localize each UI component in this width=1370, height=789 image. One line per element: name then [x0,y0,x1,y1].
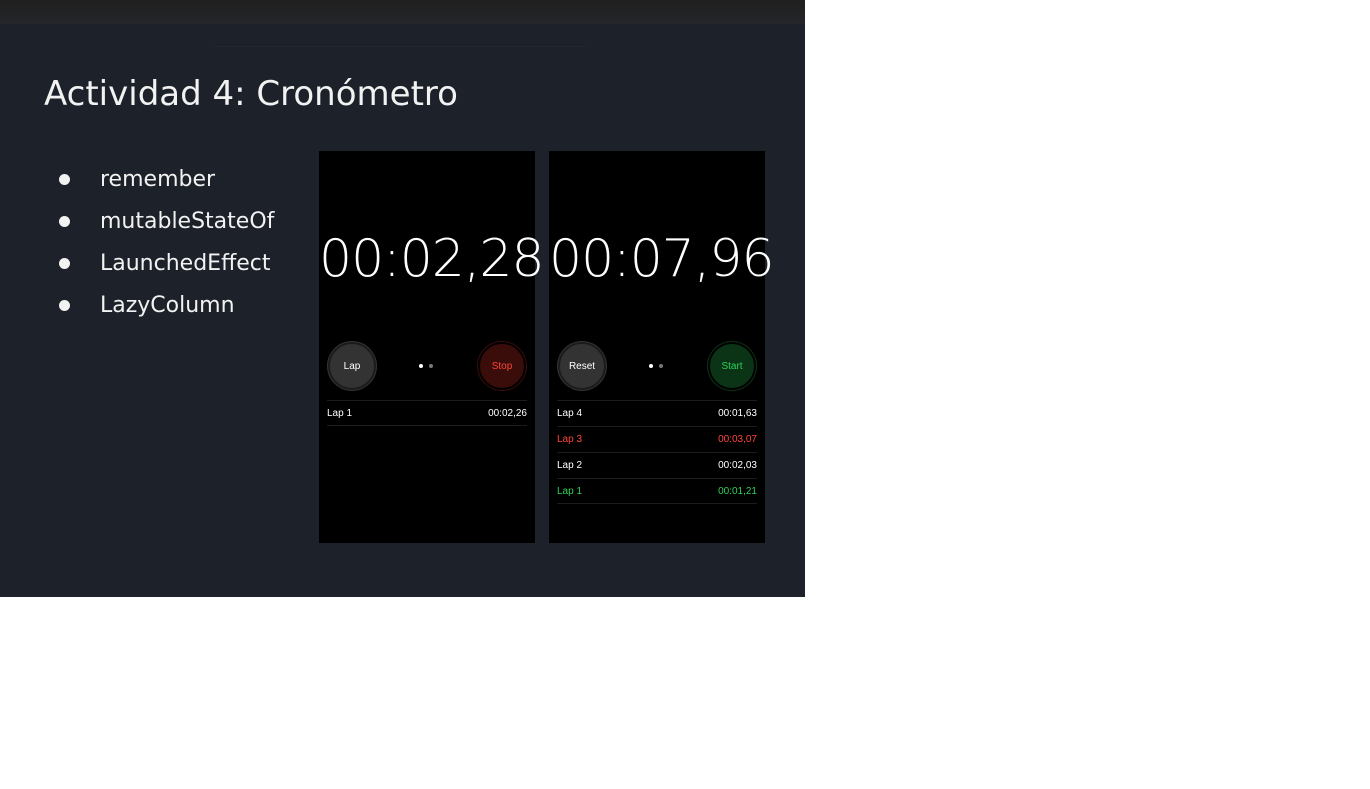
stop-button[interactable]: Stop [478,342,526,390]
lap-label: Lap 2 [557,460,583,471]
reset-button[interactable]: Reset [558,342,606,390]
divider [215,46,585,47]
page-indicator [419,364,439,368]
lap-row-slowest: Lap 3 00:03,07 [557,426,757,452]
bullet-item: mutableStateOf [56,200,274,242]
bullet-list: remember mutableStateOf LaunchedEffect L… [56,158,274,326]
bullet-dot-icon [59,173,70,185]
bullet-text: remember [100,166,216,192]
bullet-item: LaunchedEffect [56,242,274,284]
lap-row-fastest: Lap 1 00:01,21 [557,478,757,504]
page-dot-active-icon [419,364,423,368]
bullet-text: mutableStateOf [100,208,275,234]
lap-button[interactable]: Lap [328,342,376,390]
lap-list: Lap 4 00:01,63 Lap 3 00:03,07 Lap 2 00:0… [557,400,757,504]
slide-top-bar [0,0,805,24]
lap-list: Lap 1 00:02,26 [327,400,527,426]
lap-row: Lap 2 00:02,03 [557,452,757,478]
bullet-item: remember [56,158,274,200]
bullet-dot-icon [59,257,70,269]
lap-time: 00:02,26 [488,407,527,419]
stopwatch-screenshot-stopped: 00:07,96 Reset Start Lap 4 00:01,63 Lap … [549,151,775,543]
lap-row: Lap 1 00:02,26 [327,400,527,426]
lap-time: 00:02,03 [718,460,757,471]
lap-time: 00:01,63 [718,408,757,419]
page-dot-active-icon [649,364,653,368]
bullet-item: LazyColumn [56,284,274,326]
lap-label: Lap 1 [327,407,353,419]
page-dot-inactive-icon [659,364,663,368]
stopwatch-time-display: 00:02,28 [319,229,545,289]
lap-label: Lap 3 [557,434,583,445]
lap-row: Lap 4 00:01,63 [557,400,757,426]
lap-time: 00:01,21 [718,485,757,497]
lap-time: 00:03,07 [718,434,757,445]
bullet-dot-icon [59,215,70,227]
stopwatch-screenshot-running: 00:02,28 Lap Stop Lap 1 00:02,26 [319,151,545,543]
bullet-text: LazyColumn [100,292,235,318]
stopwatch-time-display: 00:07,96 [549,229,775,289]
start-button[interactable]: Start [708,342,756,390]
lap-label: Lap 1 [557,485,583,497]
slide-title: Actividad 4: Cronómetro [44,74,458,114]
bullet-text: LaunchedEffect [100,250,271,276]
presentation-slide: Actividad 4: Cronómetro remember mutable… [0,0,805,597]
page-indicator [649,364,669,368]
bullet-dot-icon [59,299,70,311]
lap-label: Lap 4 [557,408,583,419]
page-dot-inactive-icon [429,364,433,368]
